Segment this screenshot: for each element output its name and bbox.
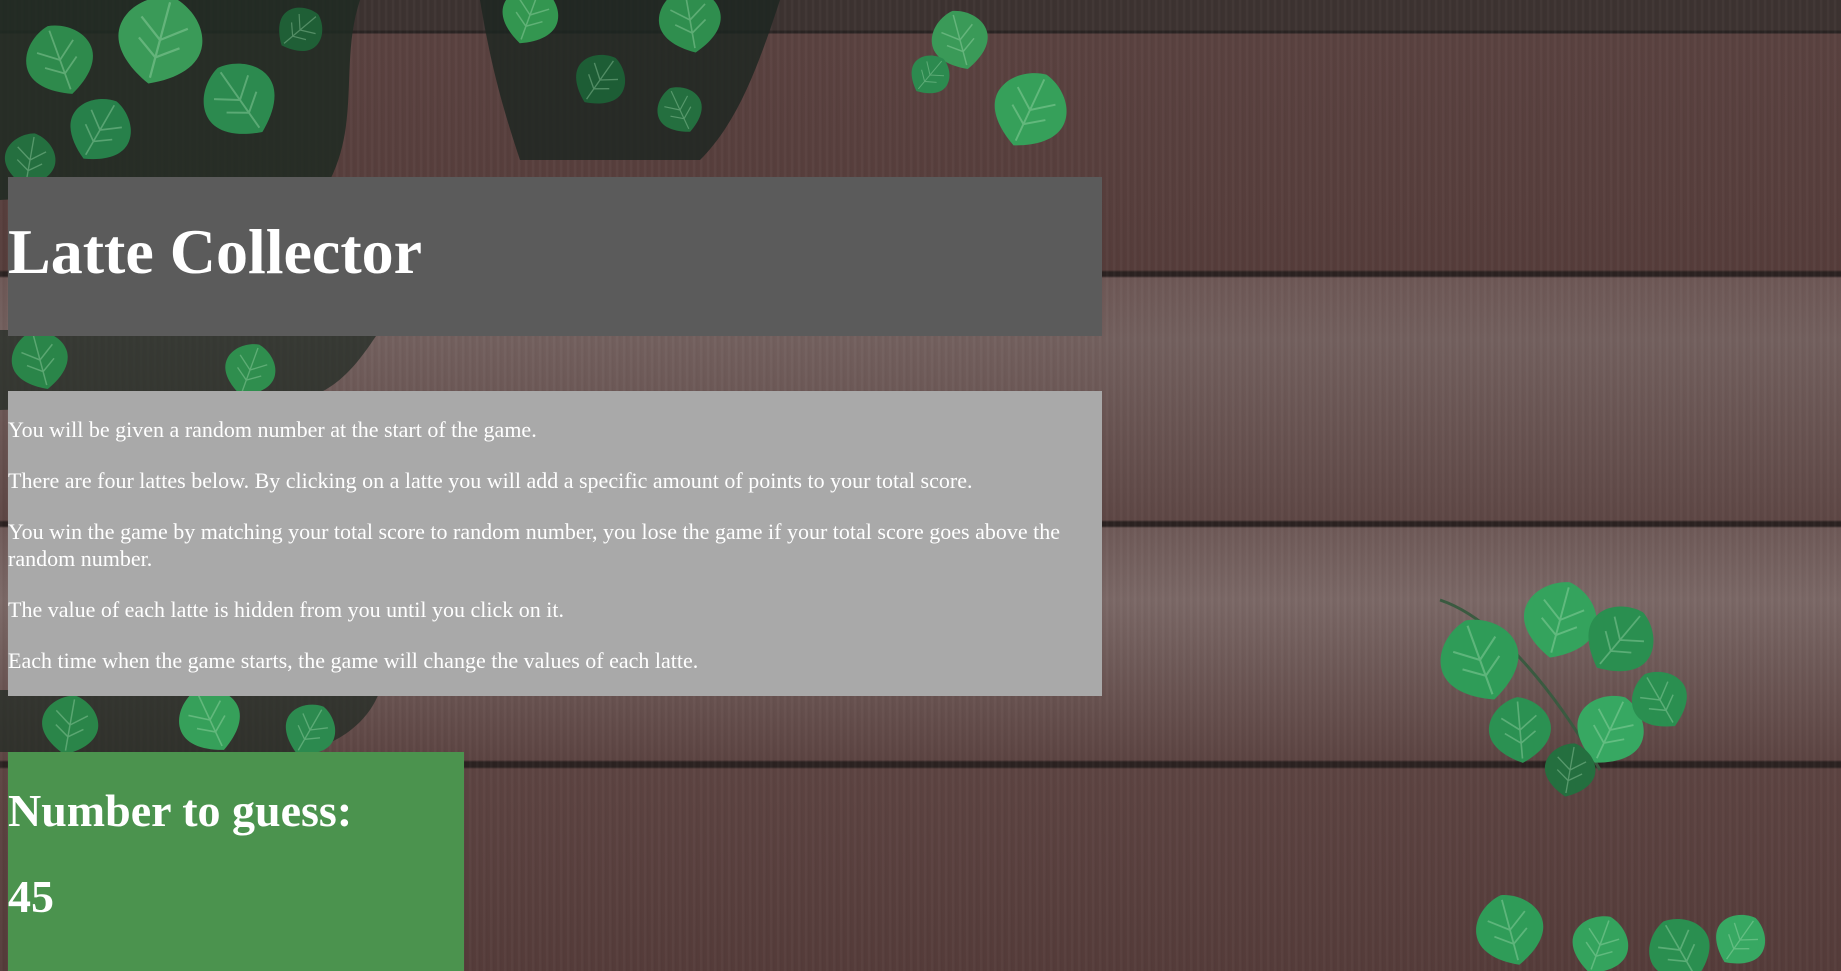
rule-item: You win the game by matching your total …	[8, 519, 1061, 571]
target-number-panel: Number to guess: 45	[8, 752, 464, 971]
rules-panel: You will be given a random number at the…	[8, 391, 1102, 696]
target-label: Number to guess:	[8, 785, 353, 836]
rule-item: There are four lattes below. By clicking…	[8, 468, 973, 493]
rule-item: Each time when the game starts, the game…	[8, 648, 699, 673]
game-title: Latte Collector	[8, 216, 423, 287]
target-value: 45	[8, 871, 54, 922]
title-banner: Latte Collector	[8, 177, 1102, 336]
rules-list: You will be given a random number at the…	[8, 416, 1102, 698]
rule-item: The value of each latte is hidden from y…	[8, 597, 564, 622]
rule-item: You will be given a random number at the…	[8, 417, 537, 442]
